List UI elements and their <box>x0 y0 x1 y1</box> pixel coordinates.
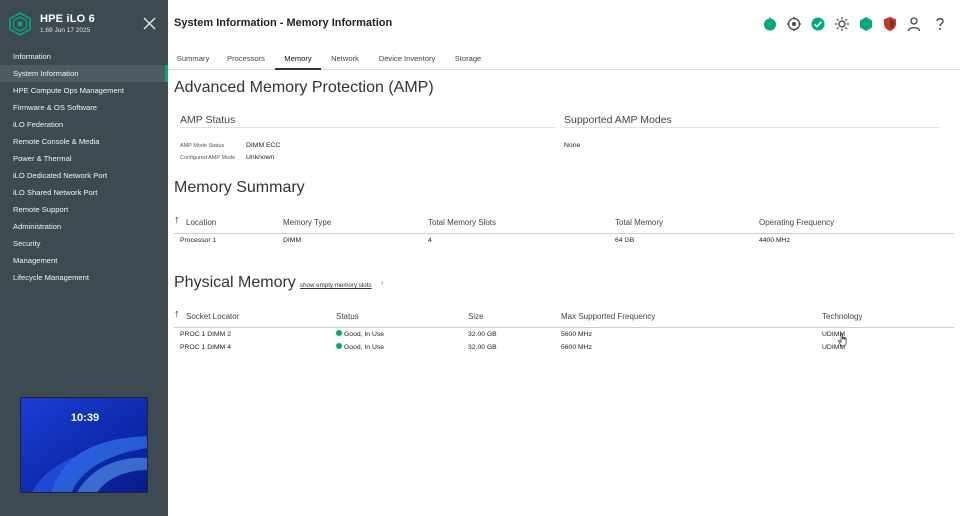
summary-cell-location: Processor 1 <box>180 237 217 244</box>
show-empty-memory-slots-link[interactable]: show empty memory slots <box>300 282 372 289</box>
summary-cell-operating-frequency: 4400 MHz <box>759 237 790 244</box>
console-clock: 10:39 <box>70 412 100 424</box>
security-shield-icon[interactable] <box>882 16 898 32</box>
tab-device-inventory[interactable]: Device Inventory <box>376 47 438 70</box>
col-socket-locator[interactable]: Socket Locator <box>186 312 239 321</box>
physical-memory-title: Physical Memory <box>174 274 296 291</box>
brand: HPE iLO 6 1.69 Jun 17 2025 <box>9 12 159 42</box>
col-technology[interactable]: Technology <box>822 312 862 321</box>
hand-cursor-icon <box>838 333 847 347</box>
sidebar-item-ilo-federation[interactable]: iLO Federation <box>0 116 168 133</box>
tab-memory[interactable]: Memory <box>275 47 321 70</box>
sidebar-item-security[interactable]: Security <box>0 235 168 252</box>
supported-amp-modes-heading: Supported AMP Modes <box>564 114 672 126</box>
chevron-right-icon: › <box>381 280 384 287</box>
amp-modes-rule <box>564 127 940 128</box>
amp-status-rule <box>180 127 556 128</box>
power-icon[interactable] <box>762 16 778 32</box>
sidebar-item-remote-support[interactable]: Remote Support <box>0 201 168 218</box>
col-size[interactable]: Size <box>468 312 484 321</box>
dimm-cell-size: 32.00 GB <box>468 344 497 351</box>
page-title: System Information - Memory Information <box>174 17 393 29</box>
dimm-status-text: Good, In Use <box>344 331 385 338</box>
sidebar-item-remote-console-media[interactable]: Remote Console & Media <box>0 133 168 150</box>
dimm-cell-status: Good, In Use <box>336 330 385 338</box>
col-total-memory-slots[interactable]: Total Memory Slots <box>428 218 496 227</box>
main-content: Advanced Memory Protection (AMP) AMP Sta… <box>168 71 960 516</box>
supported-amp-modes-value: None <box>564 142 581 149</box>
configured-amp-mode-label: Configured AMP Mode <box>180 155 236 161</box>
sidebar-item-compute-ops-management[interactable]: HPE Compute Ops Management <box>0 82 168 99</box>
health-ok-icon[interactable] <box>810 16 826 32</box>
hexagon-icon[interactable] <box>858 16 874 32</box>
header: System Information - Memory Information … <box>168 0 960 70</box>
dimm-cell-frequency: 5600 MHz <box>561 344 592 351</box>
dimm-cell-socket: PROC 1 DIMM 4 <box>180 344 231 351</box>
sidebar-item-power-thermal[interactable]: Power & Thermal <box>0 150 168 167</box>
sidebar-item-lifecycle-management[interactable]: Lifecycle Management <box>0 269 168 286</box>
sidebar-item-information[interactable]: Information <box>0 48 168 65</box>
dimm-cell-status: Good, In Use <box>336 343 385 351</box>
dimm-cell-size: 32.00 GB <box>468 331 497 338</box>
tab-storage[interactable]: Storage <box>452 47 484 70</box>
target-icon[interactable] <box>786 16 802 32</box>
dimm-status-text: Good, In Use <box>344 344 385 351</box>
status-ok-icon <box>336 343 342 350</box>
summary-header-rule <box>174 233 954 234</box>
sidebar: HPE iLO 6 1.69 Jun 17 2025 Information S… <box>0 0 168 516</box>
amp-mode-status-label: AMP Mode Status <box>180 143 225 149</box>
configured-amp-mode-value: Unknown <box>246 154 275 161</box>
dimm-cell-socket: PROC 1 DIMM 2 <box>180 331 231 338</box>
sidebar-nav: Information System Information HPE Compu… <box>0 48 168 286</box>
user-icon[interactable] <box>906 16 922 32</box>
sidebar-item-administration[interactable]: Administration <box>0 218 168 235</box>
col-max-supported-frequency[interactable]: Max Supported Frequency <box>561 312 655 321</box>
tab-processors[interactable]: Processors <box>226 47 266 70</box>
amp-title: Advanced Memory Protection (AMP) <box>174 79 434 96</box>
summary-cell-total-slots: 4 <box>428 237 432 244</box>
help-icon[interactable] <box>932 16 948 32</box>
sidebar-item-system-information[interactable]: System Information <box>0 65 168 82</box>
remote-console-thumbnail[interactable]: 10:39 <box>20 397 148 493</box>
summary-cell-total-memory: 64 GB <box>615 237 635 244</box>
col-total-memory[interactable]: Total Memory <box>615 218 663 227</box>
dimm-cell-frequency: 5600 MHz <box>561 331 592 338</box>
sidebar-item-shared-network-port[interactable]: iLO Shared Network Port <box>0 184 168 201</box>
indicator-light-icon[interactable] <box>834 16 850 32</box>
app-title: HPE iLO 6 <box>40 13 95 25</box>
chevron-left-icon: ‹ <box>292 280 295 287</box>
sidebar-item-management[interactable]: Management <box>0 252 168 269</box>
amp-status-heading: AMP Status <box>180 114 236 126</box>
sort-arrow-up-icon[interactable]: ↑ <box>174 308 180 320</box>
hpe-ilo-logo-icon <box>9 12 31 36</box>
sidebar-item-firmware-os-software[interactable]: Firmware & OS Software <box>0 99 168 116</box>
tab-summary[interactable]: Summary <box>176 47 210 70</box>
col-operating-frequency[interactable]: Operating Frequency <box>759 218 834 227</box>
physical-header-rule <box>174 327 954 328</box>
amp-mode-status-value: DIMM ECC <box>246 142 281 149</box>
sort-arrow-up-icon[interactable]: ↑ <box>174 214 180 226</box>
status-ok-icon <box>336 330 342 337</box>
col-location[interactable]: Location <box>186 218 216 227</box>
close-icon[interactable] <box>143 17 156 30</box>
col-status[interactable]: Status <box>336 312 359 321</box>
app-version: 1.69 Jun 17 2025 <box>40 27 91 34</box>
sidebar-item-dedicated-network-port[interactable]: iLO Dedicated Network Port <box>0 167 168 184</box>
summary-cell-memory-type: DIMM <box>283 237 302 244</box>
memory-summary-title: Memory Summary <box>174 179 305 196</box>
tab-network[interactable]: Network <box>328 47 362 70</box>
col-memory-type[interactable]: Memory Type <box>283 218 331 227</box>
